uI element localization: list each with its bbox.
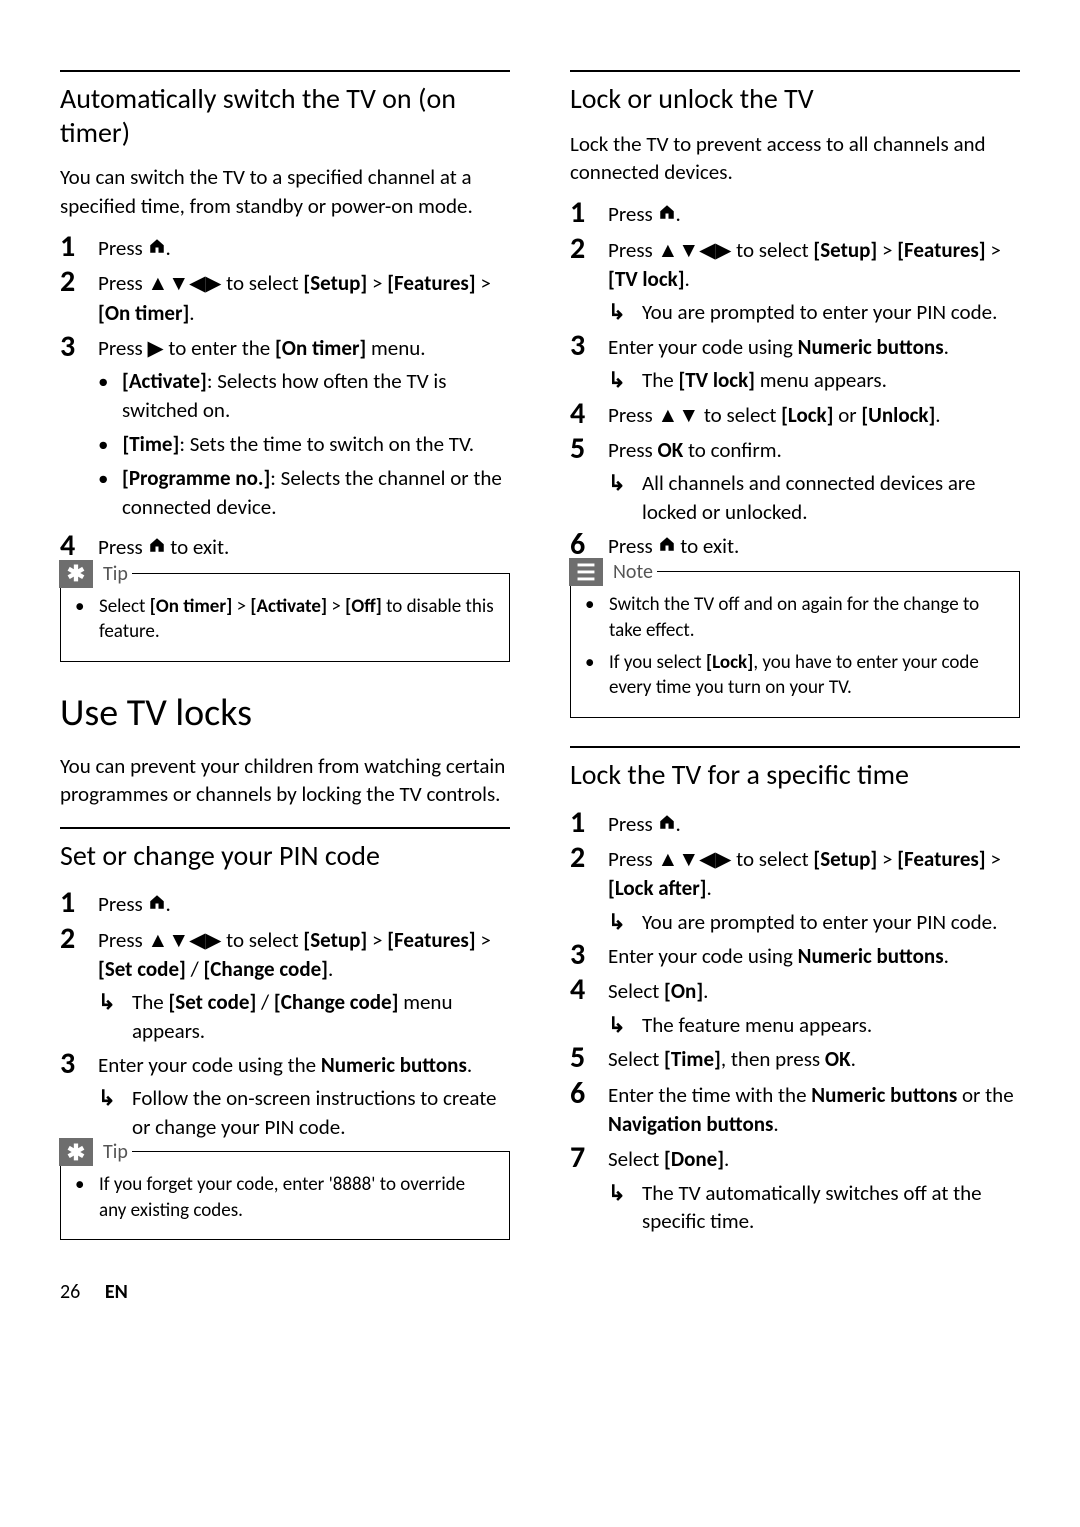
result-arrow-icon: ↳ <box>608 366 630 394</box>
steps-pin: 1Press . 2 Press ▲▼◀▶ to select [Setup] … <box>60 886 510 1141</box>
result-arrow-icon: ↳ <box>608 908 630 936</box>
dpad-icon: ▲▼◀▶ <box>658 848 732 871</box>
steps-on-timer: 1Press . 2Press ▲▼◀▶ to select [Setup] >… <box>60 230 510 563</box>
intro-on-timer: You can switch the TV to a specified cha… <box>60 163 510 220</box>
tip-text: Select [On timer] > [Activate] > [Off] t… <box>99 594 495 645</box>
steps-lock-time: 1Press . 2 Press ▲▼◀▶ to select [Setup] … <box>570 806 1020 1236</box>
asterisk-icon: ✱ <box>59 1138 93 1166</box>
result-arrow-icon: ↳ <box>608 1011 630 1039</box>
result-arrow-icon: ↳ <box>98 1084 120 1141</box>
home-icon <box>658 813 676 831</box>
note-icon: ☰ <box>569 558 603 586</box>
result-arrow-icon: ↳ <box>608 469 630 526</box>
tip-callout: ✱Tip •Select [On timer] > [Activate] > [… <box>60 573 510 662</box>
heading-lock-unlock: Lock or unlock the TV <box>570 82 1020 116</box>
home-icon <box>148 536 166 554</box>
left-column: Automatically switch the TV on (on timer… <box>60 70 510 1240</box>
note-label: Note <box>613 560 653 584</box>
dpad-icon: ▲▼◀▶ <box>148 272 222 295</box>
asterisk-icon: ✱ <box>59 560 93 588</box>
heading-tv-locks: Use TV locks <box>60 690 510 736</box>
step-text: Press ▶ to enter the [On timer] menu. •[… <box>98 330 510 527</box>
dpad-icon: ▲▼◀▶ <box>658 239 732 262</box>
home-icon <box>148 893 166 911</box>
intro-tv-locks: You can prevent your children from watch… <box>60 752 510 809</box>
note-text: Switch the TV off and on again for the c… <box>609 592 1005 643</box>
result-arrow-icon: ↳ <box>98 988 120 1045</box>
heading-pin: Set or change your PIN code <box>60 839 510 873</box>
step-text: Press . <box>98 230 510 263</box>
updown-icon: ▲▼ <box>658 404 700 427</box>
heading-on-timer: Automatically switch the TV on (on timer… <box>60 82 510 149</box>
result-arrow-icon: ↳ <box>608 1179 630 1236</box>
intro-lock-unlock: Lock the TV to prevent access to all cha… <box>570 130 1020 187</box>
step-text: Press to exit. <box>98 529 510 562</box>
step-text: Press ▲▼◀▶ to select [Setup] > [Features… <box>98 265 510 328</box>
dpad-icon: ▲▼◀▶ <box>148 929 222 952</box>
page-footer: 26 EN <box>60 1280 1020 1304</box>
heading-lock-time: Lock the TV for a specific time <box>570 758 1020 792</box>
steps-lock-unlock: 1Press . 2 Press ▲▼◀▶ to select [Setup] … <box>570 196 1020 561</box>
result-arrow-icon: ↳ <box>608 298 630 326</box>
right-column: Lock or unlock the TV Lock the TV to pre… <box>570 70 1020 1240</box>
page-number: 26 <box>60 1280 80 1304</box>
note-callout: ☰Note •Switch the TV off and on again fo… <box>570 571 1020 718</box>
language-code: EN <box>105 1280 128 1304</box>
tip-callout: ✱Tip •If you forget your code, enter '88… <box>60 1151 510 1240</box>
right-icon: ▶ <box>148 337 164 360</box>
tip-label: Tip <box>103 1140 128 1164</box>
home-icon <box>148 237 166 255</box>
home-icon <box>658 535 676 553</box>
home-icon <box>658 203 676 221</box>
tip-label: Tip <box>103 562 128 586</box>
page: Automatically switch the TV on (on timer… <box>0 0 1080 1354</box>
tip-text: If you forget your code, enter '8888' to… <box>99 1172 495 1223</box>
note-text: If you select [Lock], you have to enter … <box>609 650 1005 701</box>
